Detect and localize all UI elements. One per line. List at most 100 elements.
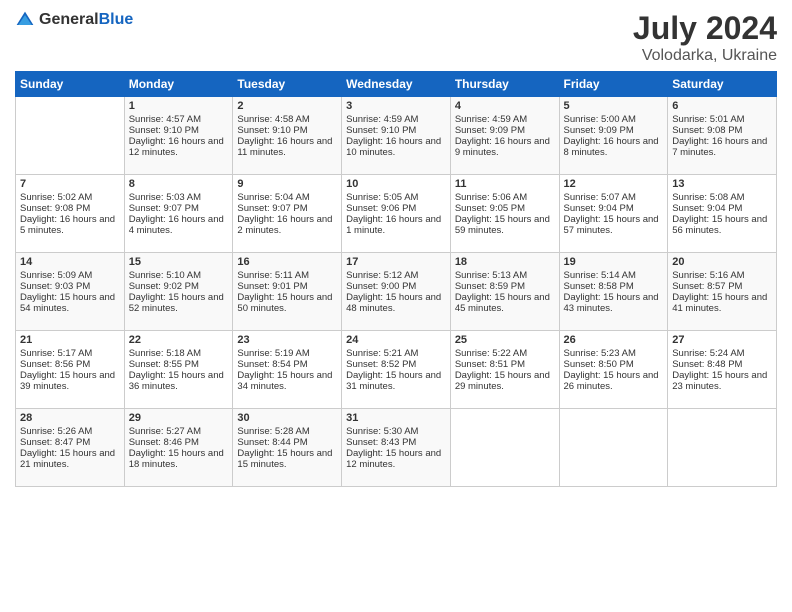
day-info: Sunrise: 4:59 AM	[455, 114, 555, 125]
day-number: 17	[346, 256, 446, 268]
day-info: Sunset: 8:51 PM	[455, 359, 555, 370]
calendar-week-row: 14Sunrise: 5:09 AMSunset: 9:03 PMDayligh…	[16, 253, 777, 331]
day-info: Sunrise: 4:58 AM	[237, 114, 337, 125]
day-info: Sunrise: 5:23 AM	[564, 348, 664, 359]
day-info: Daylight: 15 hours and 57 minutes.	[564, 214, 664, 236]
calendar-cell: 18Sunrise: 5:13 AMSunset: 8:59 PMDayligh…	[450, 253, 559, 331]
day-number: 10	[346, 178, 446, 190]
day-info: Sunrise: 5:22 AM	[455, 348, 555, 359]
weekday-header: Thursday	[450, 72, 559, 97]
calendar-week-row: 1Sunrise: 4:57 AMSunset: 9:10 PMDaylight…	[16, 97, 777, 175]
day-info: Daylight: 16 hours and 1 minute.	[346, 214, 446, 236]
weekday-header-row: SundayMondayTuesdayWednesdayThursdayFrid…	[16, 72, 777, 97]
calendar-cell: 26Sunrise: 5:23 AMSunset: 8:50 PMDayligh…	[559, 331, 668, 409]
day-info: Sunset: 9:04 PM	[672, 203, 772, 214]
day-info: Daylight: 16 hours and 11 minutes.	[237, 136, 337, 158]
calendar-cell: 12Sunrise: 5:07 AMSunset: 9:04 PMDayligh…	[559, 175, 668, 253]
day-info: Daylight: 15 hours and 15 minutes.	[237, 448, 337, 470]
calendar-cell	[450, 409, 559, 487]
day-number: 18	[455, 256, 555, 268]
day-info: Sunrise: 5:09 AM	[20, 270, 120, 281]
calendar-cell: 17Sunrise: 5:12 AMSunset: 9:00 PMDayligh…	[342, 253, 451, 331]
day-number: 8	[129, 178, 229, 190]
calendar-cell: 19Sunrise: 5:14 AMSunset: 8:58 PMDayligh…	[559, 253, 668, 331]
day-info: Daylight: 15 hours and 52 minutes.	[129, 292, 229, 314]
day-info: Sunset: 9:10 PM	[346, 125, 446, 136]
day-info: Sunset: 8:48 PM	[672, 359, 772, 370]
calendar-cell: 10 Sunrise: 5:05 AMSunset: 9:06 PMDayligh…	[342, 175, 451, 253]
location: Volodarka, Ukraine	[633, 47, 777, 65]
day-info: Sunrise: 5:30 AM	[346, 426, 446, 437]
day-number: 2	[237, 100, 337, 112]
day-info: Sunset: 9:02 PM	[129, 281, 229, 292]
day-info: Sunrise: 5:11 AM	[237, 270, 337, 281]
day-info: Sunset: 9:06 PM	[346, 203, 446, 214]
calendar-cell: 2Sunrise: 4:58 AMSunset: 9:10 PMDaylight…	[233, 97, 342, 175]
day-info: Sunset: 9:08 PM	[20, 203, 120, 214]
day-info: Daylight: 15 hours and 31 minutes.	[346, 370, 446, 392]
calendar-cell: 7Sunrise: 5:02 AMSunset: 9:08 PMDaylight…	[16, 175, 125, 253]
day-info: Sunset: 9:09 PM	[564, 125, 664, 136]
calendar-cell: 31 Sunrise: 5:30 AMSunset: 8:43 PMDayligh…	[342, 409, 451, 487]
day-info: Sunrise: 5:01 AM	[672, 114, 772, 125]
day-info: Sunrise: 5:13 AM	[455, 270, 555, 281]
calendar-cell: 23Sunrise: 5:19 AMSunset: 8:54 PMDayligh…	[233, 331, 342, 409]
calendar-cell: 21Sunrise: 5:17 AMSunset: 8:56 PMDayligh…	[16, 331, 125, 409]
day-info: Daylight: 16 hours and 7 minutes.	[672, 136, 772, 158]
weekday-header: Friday	[559, 72, 668, 97]
day-info: Sunrise: 5:27 AM	[129, 426, 229, 437]
weekday-header: Wednesday	[342, 72, 451, 97]
day-number: 29	[129, 412, 229, 424]
day-info: Daylight: 16 hours and 2 minutes.	[237, 214, 337, 236]
day-info: Sunrise: 4:57 AM	[129, 114, 229, 125]
day-info: Sunset: 8:44 PM	[237, 437, 337, 448]
title-block: July 2024 Volodarka, Ukraine	[633, 10, 777, 65]
calendar-cell: 24Sunrise: 5:21 AMSunset: 8:52 PMDayligh…	[342, 331, 451, 409]
calendar-cell: 15Sunrise: 5:10 AMSunset: 9:02 PMDayligh…	[124, 253, 233, 331]
page-container: GeneralBlue July 2024 Volodarka, Ukraine…	[0, 0, 792, 497]
day-info: Sunrise: 5:05 AM	[346, 192, 446, 203]
day-info: Sunset: 8:55 PM	[129, 359, 229, 370]
calendar-cell: 14Sunrise: 5:09 AMSunset: 9:03 PMDayligh…	[16, 253, 125, 331]
day-number: 25	[455, 334, 555, 346]
day-info: Sunset: 8:46 PM	[129, 437, 229, 448]
day-info: Daylight: 15 hours and 36 minutes.	[129, 370, 229, 392]
day-info: Daylight: 15 hours and 50 minutes.	[237, 292, 337, 314]
day-info: Sunrise: 5:14 AM	[564, 270, 664, 281]
day-info: Sunrise: 4:59 AM	[346, 114, 446, 125]
day-info: Sunrise: 5:26 AM	[20, 426, 120, 437]
day-number: 12	[564, 178, 664, 190]
day-info: Sunrise: 5:16 AM	[672, 270, 772, 281]
day-info: Sunrise: 5:06 AM	[455, 192, 555, 203]
day-info: Daylight: 16 hours and 12 minutes.	[129, 136, 229, 158]
day-info: Sunrise: 5:18 AM	[129, 348, 229, 359]
day-info: Daylight: 16 hours and 4 minutes.	[129, 214, 229, 236]
calendar-cell: 5Sunrise: 5:00 AMSunset: 9:09 PMDaylight…	[559, 97, 668, 175]
calendar-cell: 25Sunrise: 5:22 AMSunset: 8:51 PMDayligh…	[450, 331, 559, 409]
day-info: Sunrise: 5:04 AM	[237, 192, 337, 203]
day-info: Daylight: 15 hours and 12 minutes.	[346, 448, 446, 470]
calendar-week-row: 28Sunrise: 5:26 AMSunset: 8:47 PMDayligh…	[16, 409, 777, 487]
day-number: 31	[346, 412, 446, 424]
day-info: Sunset: 9:01 PM	[237, 281, 337, 292]
day-info: Sunset: 9:10 PM	[129, 125, 229, 136]
day-info: Sunrise: 5:10 AM	[129, 270, 229, 281]
day-info: Sunset: 9:07 PM	[129, 203, 229, 214]
day-number: 30	[237, 412, 337, 424]
calendar-cell: 6 Sunrise: 5:01 AMSunset: 9:08 PMDaylight…	[668, 97, 777, 175]
day-info: Sunset: 8:54 PM	[237, 359, 337, 370]
day-info: Daylight: 15 hours and 54 minutes.	[20, 292, 120, 314]
day-info: Sunset: 8:43 PM	[346, 437, 446, 448]
calendar-cell: 8Sunrise: 5:03 AMSunset: 9:07 PMDaylight…	[124, 175, 233, 253]
day-number: 7	[20, 178, 120, 190]
calendar-cell: 11Sunrise: 5:06 AMSunset: 9:05 PMDayligh…	[450, 175, 559, 253]
day-number: 26	[564, 334, 664, 346]
day-info: Sunset: 9:04 PM	[564, 203, 664, 214]
day-number: 28	[20, 412, 120, 424]
logo: GeneralBlue	[15, 10, 133, 30]
calendar-cell	[16, 97, 125, 175]
day-number: 6	[672, 100, 772, 112]
day-info: Sunset: 9:08 PM	[672, 125, 772, 136]
day-number: 11	[455, 178, 555, 190]
day-info: Daylight: 16 hours and 9 minutes.	[455, 136, 555, 158]
